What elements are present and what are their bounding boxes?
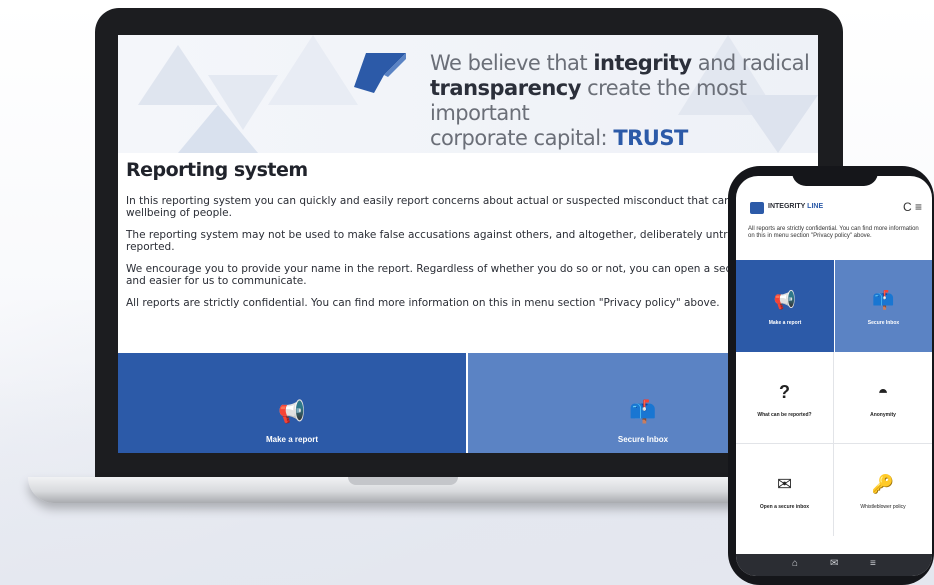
mail-icon[interactable]: ✉ bbox=[830, 558, 838, 569]
make-report-label: Make a report bbox=[265, 435, 319, 444]
phone-bottom-nav: ⌂ ✉ ≡ bbox=[736, 554, 932, 576]
question-icon: ? bbox=[779, 382, 790, 402]
action-tiles: 📢 Make a report 📫 Secure Inbox bbox=[118, 353, 818, 453]
phone-whistleblower-policy-tile[interactable]: 🔑 Whistleblower policy bbox=[834, 444, 932, 536]
mailbox-icon: 📫 bbox=[872, 290, 895, 310]
envelope-icon: ✉ bbox=[776, 474, 793, 494]
phone-screen: INTEGRITY LINE C ≡ All reports are stric… bbox=[736, 176, 932, 576]
confidential-paragraph: All reports are strictly confidential. Y… bbox=[126, 297, 720, 309]
tile-label: Make a report bbox=[768, 320, 802, 326]
laptop-screen: We believe that integrity and radical tr… bbox=[118, 35, 818, 453]
mask-icon: ◓ bbox=[877, 382, 889, 402]
megaphone-icon: 📢 bbox=[278, 399, 306, 424]
tile-label: Anonymity bbox=[870, 412, 896, 418]
phone-open-inbox-tile[interactable]: ✉ Open a secure inbox bbox=[736, 444, 834, 536]
brand-logo-icon bbox=[750, 202, 764, 214]
phone-what-reported-tile[interactable]: ? What can be reported? bbox=[736, 352, 834, 444]
megaphone-icon: 📢 bbox=[773, 290, 797, 310]
confidential-note: All reports are strictly confidential. Y… bbox=[748, 226, 919, 239]
provide-name-paragraph: We encourage you to provide your name in… bbox=[126, 263, 809, 287]
brand-name: INTEGRITY LINE bbox=[768, 203, 824, 210]
tile-label: Whistleblower policy bbox=[860, 504, 906, 510]
key-icon: 🔑 bbox=[871, 474, 895, 494]
menu-icon[interactable]: ≡ bbox=[870, 558, 876, 569]
tagline: We believe that integrity and radical tr… bbox=[430, 51, 810, 150]
tile-label: Secure Inbox bbox=[867, 320, 900, 326]
laptop-hinge bbox=[348, 477, 458, 485]
false-accusation-paragraph: The reporting system may not be used to … bbox=[126, 229, 785, 253]
tile-label: Open a secure inbox bbox=[759, 504, 810, 510]
header-menu-icons[interactable]: C ≡ bbox=[903, 200, 922, 214]
tile-label: What can be reported? bbox=[757, 412, 812, 418]
phone-anonymity-tile[interactable]: ◓ Anonymity bbox=[834, 352, 932, 444]
phone-notch bbox=[792, 168, 878, 186]
banner: We believe that integrity and radical tr… bbox=[118, 35, 818, 153]
phone-secure-inbox-tile[interactable]: 📫 Secure Inbox bbox=[834, 260, 932, 352]
phone-header: INTEGRITY LINE C ≡ bbox=[736, 196, 932, 222]
page-title: Reporting system bbox=[126, 159, 308, 181]
main-content: Reporting system In this reporting syste… bbox=[126, 159, 816, 319]
make-report-tile[interactable]: 📢 Make a report bbox=[118, 353, 466, 453]
brand-logo-icon bbox=[354, 53, 406, 93]
home-icon[interactable]: ⌂ bbox=[792, 558, 798, 569]
phone-make-report-tile[interactable]: 📢 Make a report bbox=[736, 260, 834, 352]
intro-paragraph: In this reporting system you can quickly… bbox=[126, 195, 785, 219]
